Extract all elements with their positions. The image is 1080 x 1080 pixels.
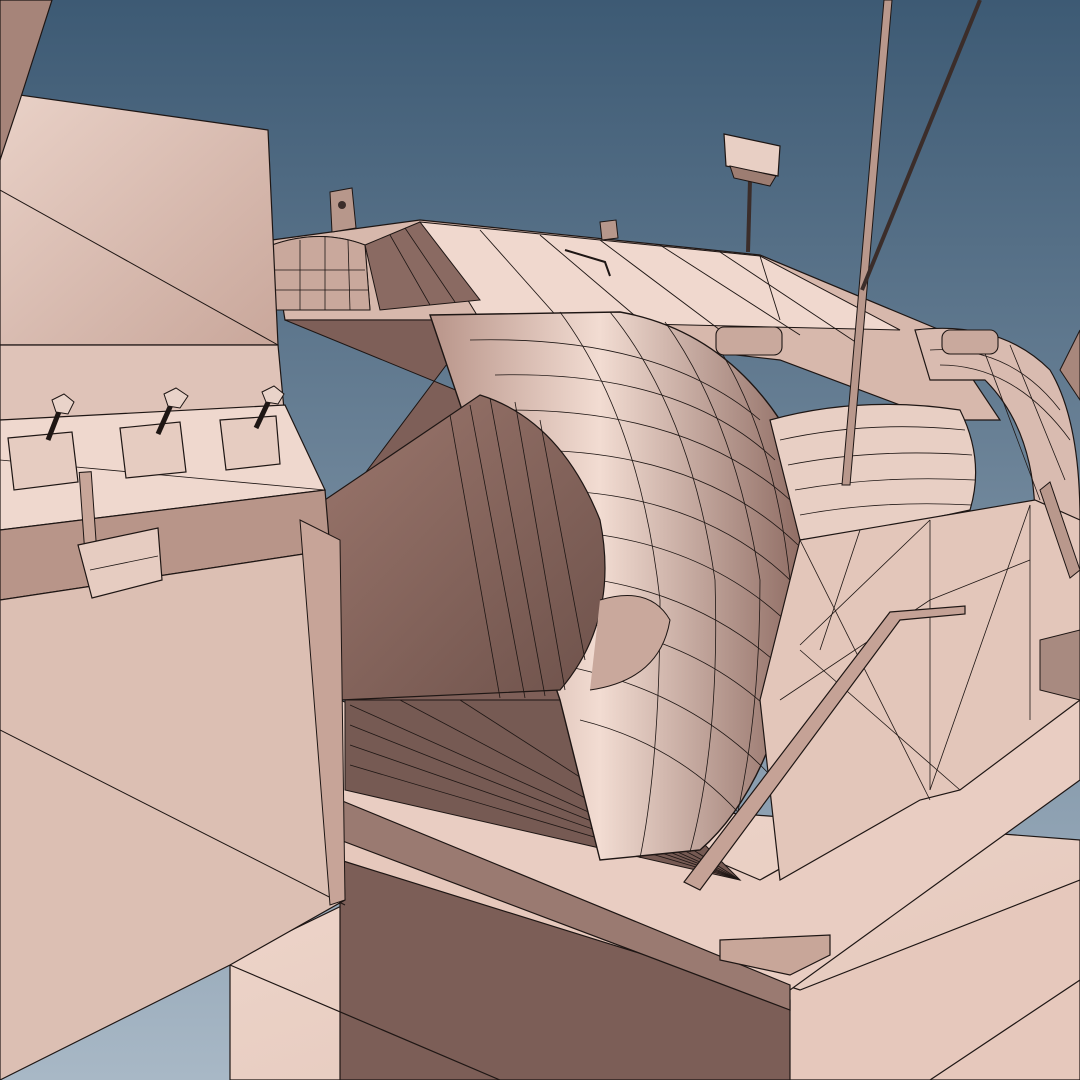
- wireframe-render: [0, 0, 1080, 1080]
